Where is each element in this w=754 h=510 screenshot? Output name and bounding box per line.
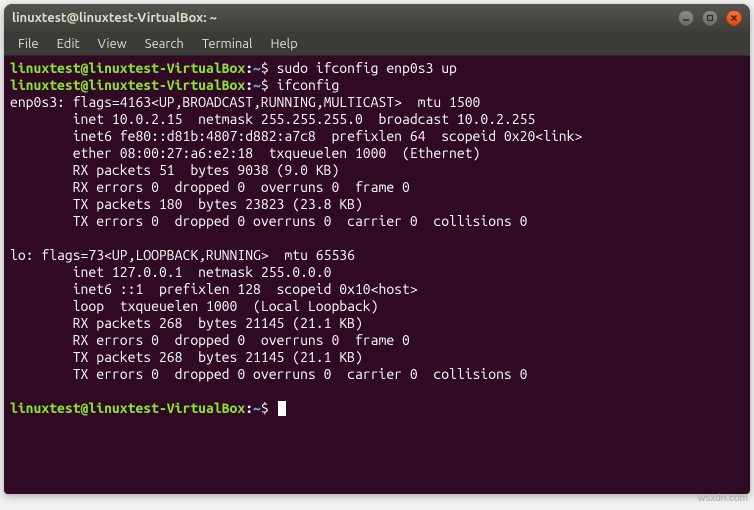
- prompt-dollar: $: [261, 400, 269, 416]
- cursor: [278, 401, 286, 416]
- prompt-colon: :: [245, 60, 253, 76]
- output-line: TX errors 0 dropped 0 overruns 0 carrier…: [10, 213, 527, 229]
- output-line: ether 08:00:27:a6:e2:18 txqueuelen 1000 …: [10, 145, 480, 161]
- maximize-button[interactable]: [702, 10, 718, 26]
- output-line: RX packets 268 bytes 21145 (21.1 KB): [10, 315, 363, 331]
- prompt-colon: :: [245, 77, 253, 93]
- prompt-path: ~: [253, 77, 261, 93]
- output-line: RX errors 0 dropped 0 overruns 0 frame 0: [10, 179, 410, 195]
- minimize-button[interactable]: [678, 10, 694, 26]
- output-line: lo: flags=73<UP,LOOPBACK,RUNNING> mtu 65…: [10, 247, 355, 263]
- prompt-path: ~: [253, 400, 261, 416]
- prompt-user: linuxtest@linuxtest-VirtualBox: [10, 400, 245, 416]
- menu-terminal[interactable]: Terminal: [194, 35, 261, 53]
- output-line: loop txqueuelen 1000 (Local Loopback): [10, 298, 378, 314]
- terminal-window: linuxtest@linuxtest-VirtualBox: ~ File E…: [4, 4, 750, 494]
- output-line: enp0s3: flags=4163<UP,BROADCAST,RUNNING,…: [10, 94, 480, 110]
- output-line: RX packets 51 bytes 9038 (9.0 KB): [10, 162, 339, 178]
- menu-file[interactable]: File: [10, 35, 47, 53]
- menu-view[interactable]: View: [90, 35, 135, 53]
- prompt-user: linuxtest@linuxtest-VirtualBox: [10, 77, 245, 93]
- terminal-area[interactable]: linuxtest@linuxtest-VirtualBox:~$ sudo i…: [4, 56, 750, 494]
- watermark: wsxdn.com: [698, 493, 748, 504]
- command-2: ifconfig: [277, 77, 340, 93]
- menu-edit[interactable]: Edit: [49, 35, 88, 53]
- menu-search[interactable]: Search: [137, 35, 192, 53]
- window-title: linuxtest@linuxtest-VirtualBox: ~: [12, 11, 678, 25]
- output-line: inet 10.0.2.15 netmask 255.255.255.0 bro…: [10, 111, 535, 127]
- output-line: TX errors 0 dropped 0 overruns 0 carrier…: [10, 366, 527, 382]
- command-1: sudo ifconfig enp0s3 up: [277, 60, 457, 76]
- close-button[interactable]: [726, 10, 742, 26]
- prompt-user: linuxtest@linuxtest-VirtualBox: [10, 60, 245, 76]
- output-line: TX packets 268 bytes 21145 (21.1 KB): [10, 349, 363, 365]
- prompt-dollar: $: [261, 60, 269, 76]
- titlebar[interactable]: linuxtest@linuxtest-VirtualBox: ~: [4, 4, 750, 32]
- output-line: inet 127.0.0.1 netmask 255.0.0.0: [10, 264, 331, 280]
- menu-help[interactable]: Help: [262, 35, 305, 53]
- prompt-colon: :: [245, 400, 253, 416]
- output-line: inet6 ::1 prefixlen 128 scopeid 0x10<hos…: [10, 281, 418, 297]
- output-line: RX errors 0 dropped 0 overruns 0 frame 0: [10, 332, 410, 348]
- output-line: inet6 fe80::d81b:4807:d882:a7c8 prefixle…: [10, 128, 582, 144]
- menubar: File Edit View Search Terminal Help: [4, 32, 750, 56]
- window-controls: [678, 10, 742, 26]
- prompt-path: ~: [253, 60, 261, 76]
- output-line: TX packets 180 bytes 23823 (23.8 KB): [10, 196, 363, 212]
- prompt-dollar: $: [261, 77, 269, 93]
